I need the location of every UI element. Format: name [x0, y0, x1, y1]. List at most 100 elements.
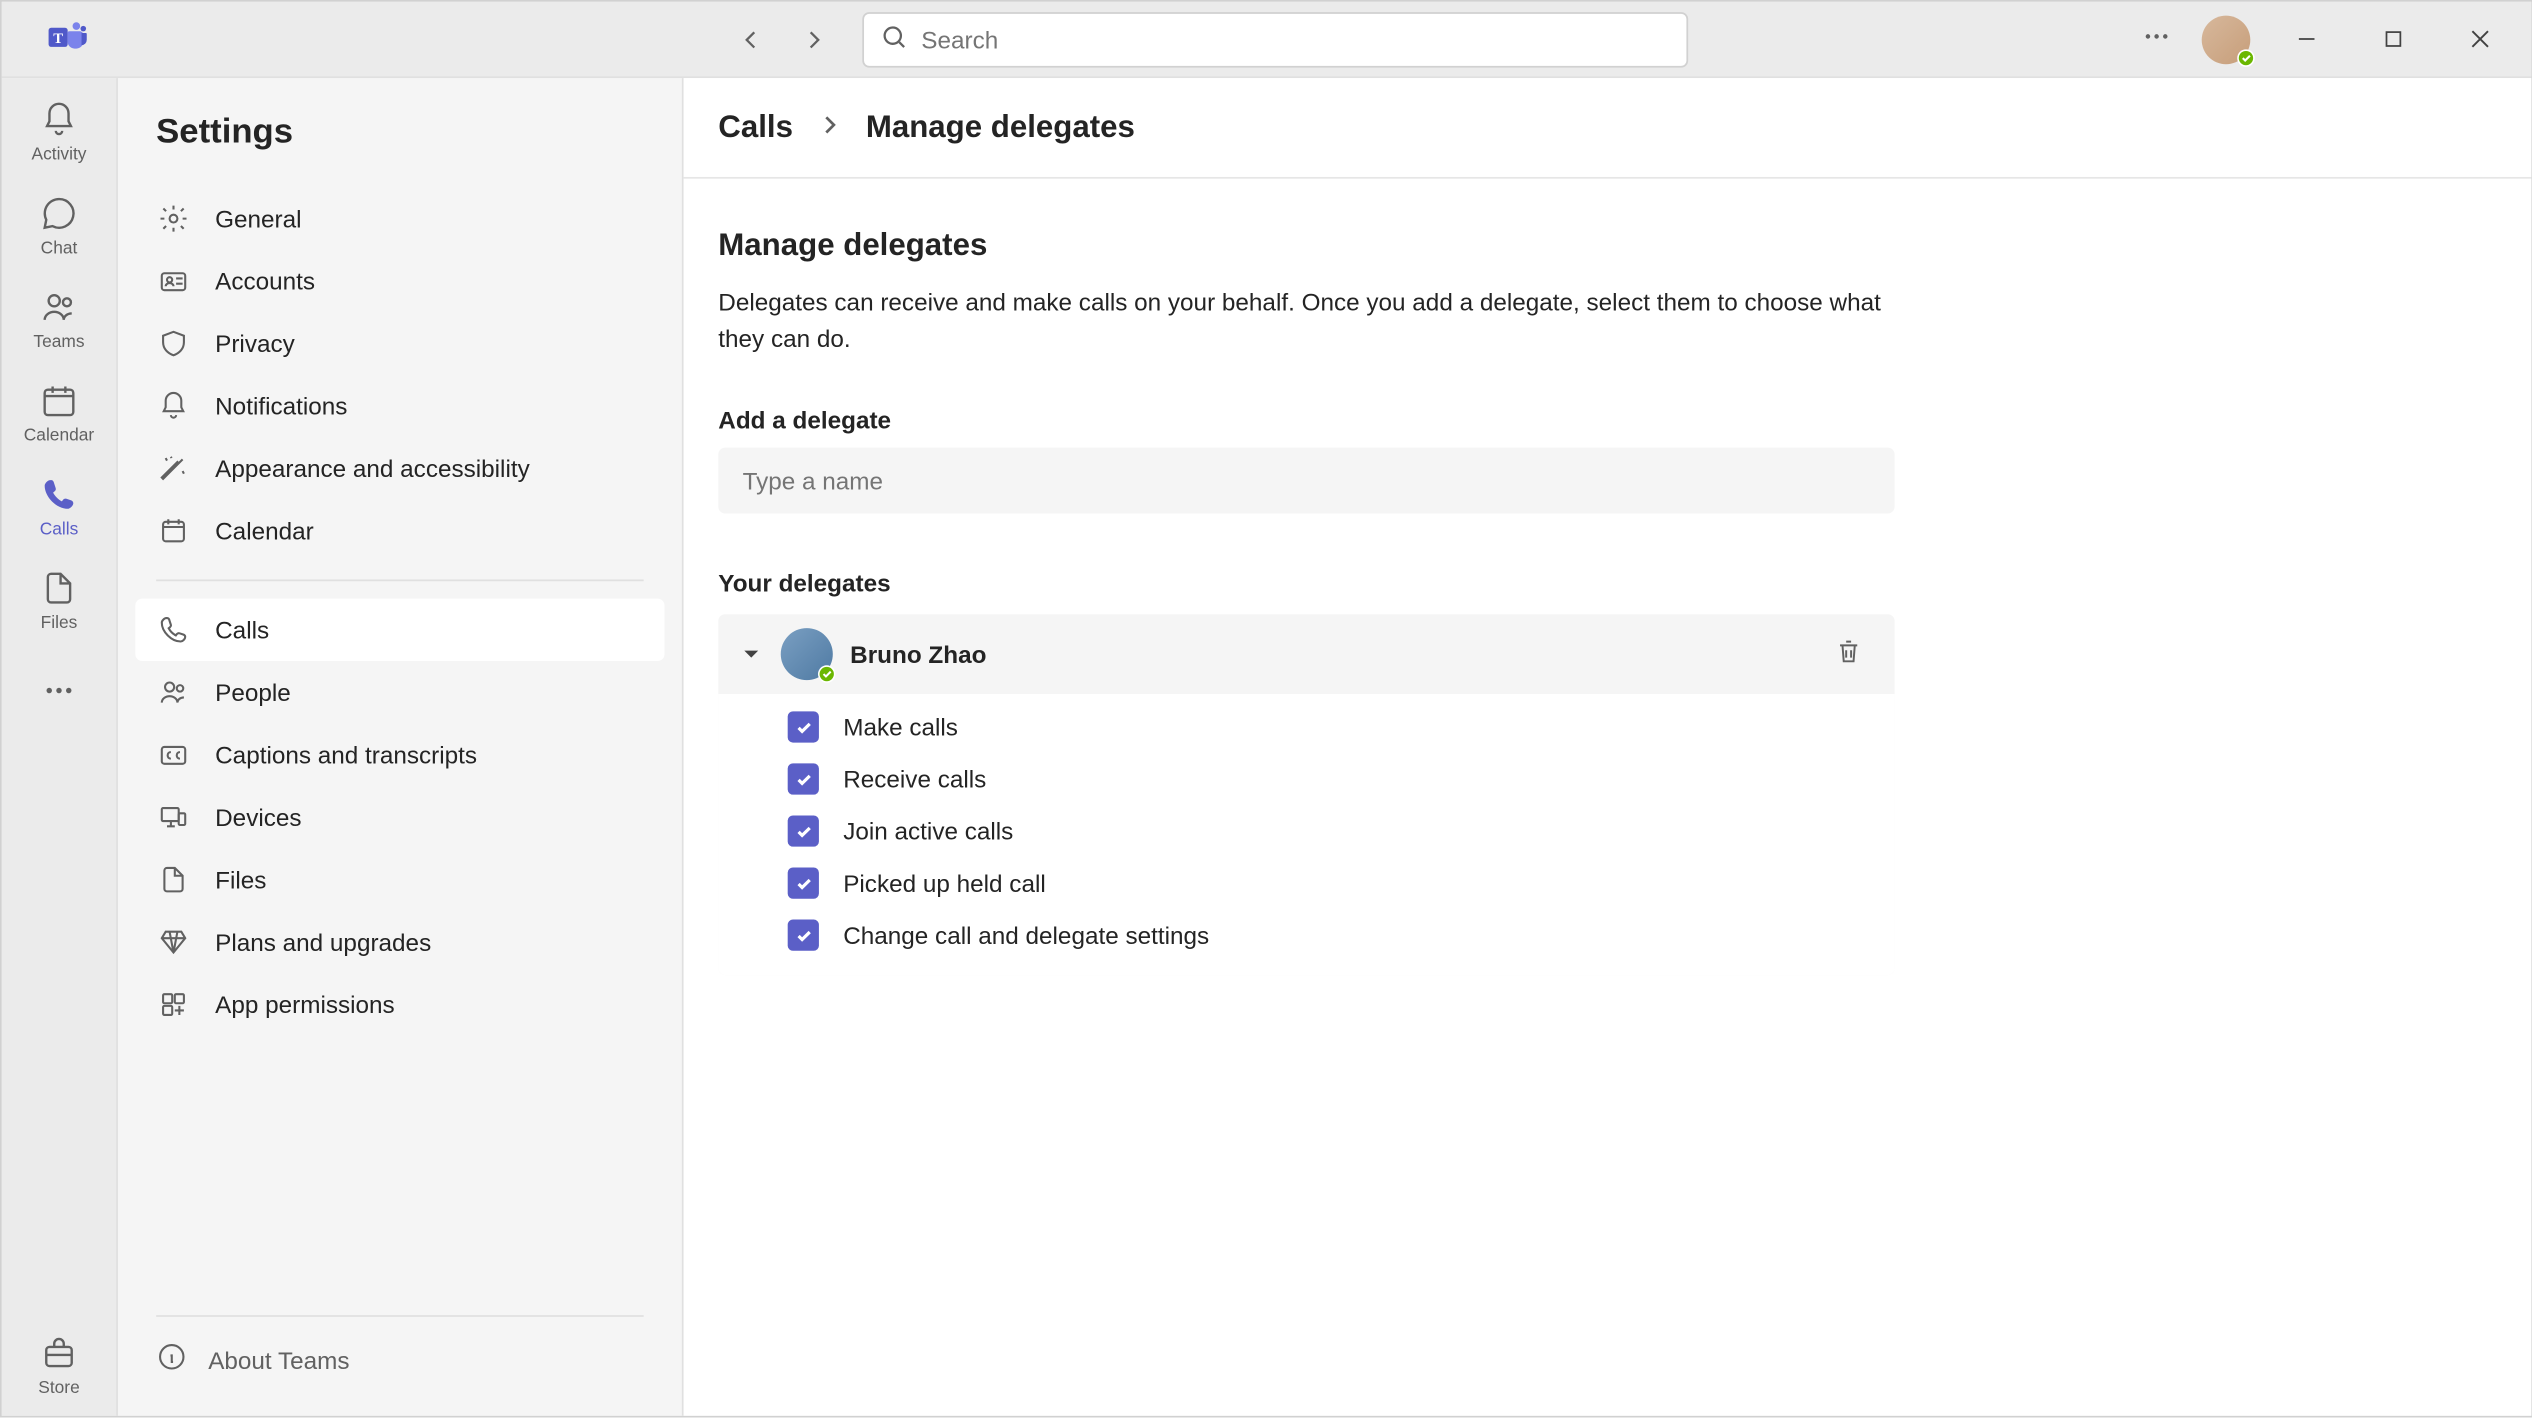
settings-item-notifications[interactable]: Notifications	[135, 375, 664, 437]
delegate-avatar	[781, 628, 833, 680]
settings-sidebar: Settings General Accounts Privacy	[118, 78, 684, 1416]
chat-icon	[38, 193, 80, 235]
cc-icon	[156, 737, 191, 772]
rail-item-label: Calendar	[24, 427, 94, 446]
permission-change-settings[interactable]: Change call and delegate settings	[788, 920, 1895, 951]
add-delegate-label: Add a delegate	[718, 406, 1898, 434]
settings-item-label: App permissions	[215, 991, 395, 1019]
page-description: Delegates can receive and make calls on …	[718, 285, 1898, 358]
about-teams-link[interactable]: About Teams	[156, 1341, 644, 1377]
about-teams-label: About Teams	[208, 1345, 349, 1373]
wand-icon	[156, 451, 191, 486]
store-icon	[38, 1332, 80, 1374]
teams-logo-icon: T	[47, 16, 89, 63]
settings-item-label: General	[215, 205, 301, 233]
settings-item-accounts[interactable]: Accounts	[135, 250, 664, 312]
svg-text:T: T	[53, 31, 63, 47]
info-icon	[156, 1341, 187, 1377]
settings-item-label: Notifications	[215, 392, 347, 420]
rail-item-label: Teams	[33, 333, 84, 352]
user-avatar[interactable]	[2202, 15, 2251, 64]
breadcrumb: Calls Manage delegates	[684, 78, 2532, 179]
search-input[interactable]	[921, 25, 1669, 53]
your-delegates-label: Your delegates	[718, 569, 1898, 597]
rail-item-calendar[interactable]: Calendar	[5, 370, 109, 464]
rail-item-label: Store	[38, 1379, 79, 1398]
titlebar: T	[2, 2, 2532, 78]
breadcrumb-current: Manage delegates	[866, 109, 1135, 145]
rail-item-activity[interactable]: Activity	[5, 88, 109, 182]
rail-item-calls[interactable]: Calls	[5, 463, 109, 557]
rail-more-button[interactable]	[43, 651, 74, 736]
settings-item-label: Devices	[215, 803, 301, 831]
people-icon	[156, 675, 191, 710]
close-button[interactable]	[2448, 15, 2510, 64]
search-icon	[881, 23, 907, 54]
rail-item-store[interactable]: Store	[5, 1322, 109, 1416]
checkbox-checked-icon[interactable]	[788, 920, 819, 951]
rail-item-label: Activity	[32, 146, 87, 165]
settings-item-label: Appearance and accessibility	[215, 455, 530, 483]
main-content: Calls Manage delegates Manage delegates …	[684, 78, 2532, 1416]
delegate-card: Bruno Zhao Make calls	[718, 614, 1894, 975]
settings-item-label: Accounts	[215, 267, 315, 295]
chevron-down-icon[interactable]	[743, 640, 764, 668]
delegate-header[interactable]: Bruno Zhao	[718, 614, 1894, 694]
settings-item-calendar[interactable]: Calendar	[135, 500, 664, 562]
permission-label: Make calls	[843, 713, 958, 741]
add-delegate-input[interactable]	[718, 448, 1894, 514]
shield-icon	[156, 326, 191, 361]
maximize-button[interactable]	[2361, 15, 2423, 64]
rail-item-teams[interactable]: Teams	[5, 276, 109, 370]
settings-item-people[interactable]: People	[135, 661, 664, 723]
rail-item-label: Chat	[41, 239, 78, 258]
diamond-icon	[156, 925, 191, 960]
checkbox-checked-icon[interactable]	[788, 763, 819, 794]
settings-item-files[interactable]: Files	[135, 848, 664, 910]
phone-icon	[156, 612, 191, 647]
phone-icon	[38, 474, 80, 516]
settings-item-label: Calendar	[215, 517, 314, 545]
more-options-button[interactable]	[2136, 16, 2178, 63]
divider	[156, 579, 644, 581]
permission-label: Join active calls	[843, 817, 1013, 845]
settings-item-calls[interactable]: Calls	[135, 599, 664, 661]
checkbox-checked-icon[interactable]	[788, 815, 819, 846]
rail-item-chat[interactable]: Chat	[5, 182, 109, 276]
back-button[interactable]	[727, 15, 776, 64]
permission-label: Receive calls	[843, 765, 986, 793]
rail-item-label: Files	[41, 614, 78, 633]
permission-make-calls[interactable]: Make calls	[788, 711, 1895, 742]
settings-item-label: People	[215, 678, 291, 706]
devices-icon	[156, 800, 191, 835]
settings-item-devices[interactable]: Devices	[135, 786, 664, 848]
permission-label: Change call and delegate settings	[843, 921, 1209, 949]
permission-list: Make calls Receive calls Join active cal…	[718, 694, 1894, 975]
app-rail: Activity Chat Teams Calendar Calls Files	[2, 78, 118, 1416]
permission-receive-calls[interactable]: Receive calls	[788, 763, 1895, 794]
delete-delegate-button[interactable]	[1827, 630, 1870, 679]
bell-icon	[38, 99, 80, 141]
search-input-container[interactable]	[862, 11, 1688, 67]
settings-item-appearance[interactable]: Appearance and accessibility	[135, 437, 664, 499]
gear-icon	[156, 201, 191, 236]
permission-held-call[interactable]: Picked up held call	[788, 868, 1895, 899]
checkbox-checked-icon[interactable]	[788, 711, 819, 742]
minimize-button[interactable]	[2275, 15, 2337, 64]
file-icon	[156, 862, 191, 897]
permission-join-active[interactable]: Join active calls	[788, 815, 1895, 846]
settings-item-label: Privacy	[215, 330, 295, 358]
settings-item-label: Calls	[215, 616, 269, 644]
settings-item-captions[interactable]: Captions and transcripts	[135, 723, 664, 785]
settings-item-general[interactable]: General	[135, 187, 664, 249]
forward-button[interactable]	[789, 15, 838, 64]
checkbox-checked-icon[interactable]	[788, 868, 819, 899]
settings-item-app-permissions[interactable]: App permissions	[135, 973, 664, 1035]
page-heading: Manage delegates	[718, 227, 1898, 263]
settings-item-label: Files	[215, 866, 266, 894]
settings-item-plans[interactable]: Plans and upgrades	[135, 911, 664, 973]
settings-item-privacy[interactable]: Privacy	[135, 312, 664, 374]
breadcrumb-parent[interactable]: Calls	[718, 109, 793, 145]
divider	[156, 1315, 644, 1317]
rail-item-files[interactable]: Files	[5, 557, 109, 651]
